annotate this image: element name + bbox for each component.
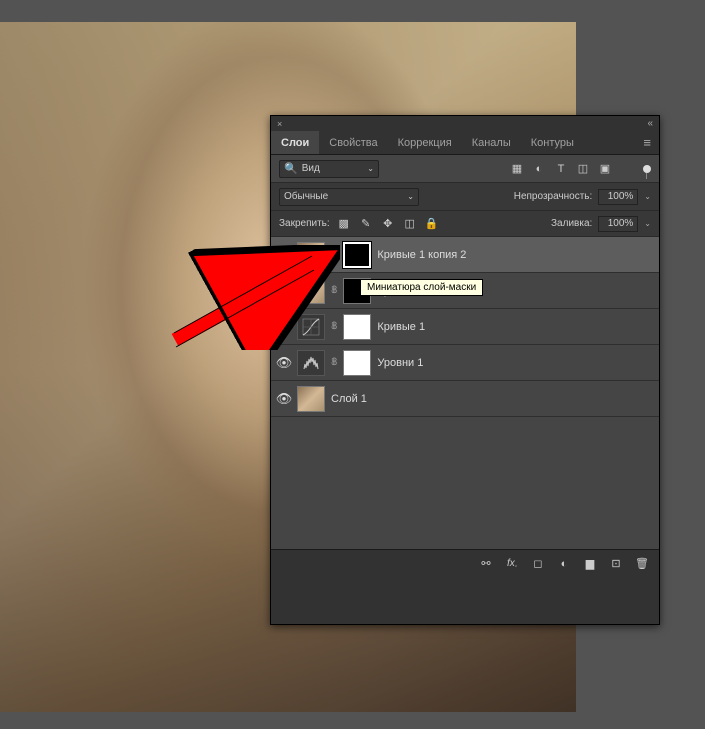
chevron-down-icon: ⌄	[367, 164, 374, 173]
lock-brush-icon[interactable]: ✎	[358, 216, 374, 232]
chevron-down-icon: ⌄	[407, 192, 414, 201]
tab-corrections[interactable]: Коррекция	[388, 131, 462, 154]
delete-icon[interactable]: 🗑	[635, 556, 649, 572]
lock-row: Закрепить: ▩ ✎ ✥ ◫ 🔒 Заливка: 100% ⌄	[271, 211, 659, 237]
layers-panel: × « Слои Свойства Коррекция Каналы Конту…	[270, 115, 660, 625]
chevron-down-icon[interactable]: ⌄	[644, 192, 651, 201]
lock-label: Закрепить:	[279, 218, 330, 229]
layer-row[interactable]: 👁 𝟠 Кривые 1 копия 2	[271, 237, 659, 273]
tooltip: Миниатюра слой-маски	[360, 279, 483, 296]
add-adjustment-icon[interactable]: ◐	[557, 556, 571, 572]
filter-row: 🔍 Вид ⌄ ▦ ◐ T ◫ ▣	[271, 155, 659, 183]
fx-icon[interactable]: fxˬ	[505, 556, 519, 572]
layer-name[interactable]: Кривые 1	[377, 321, 425, 333]
layer-name[interactable]: Кривые 1 копия 2	[377, 249, 466, 261]
fill-label: Заливка:	[551, 218, 592, 229]
filter-shape-icon[interactable]: ◫	[575, 161, 591, 177]
filter-adjust-icon[interactable]: ◐	[531, 161, 547, 177]
visibility-icon[interactable]: 👁	[277, 320, 291, 334]
layer-thumbnail[interactable]	[297, 386, 325, 412]
curves-icon	[302, 318, 320, 336]
blend-row: Обычные ⌄ Непрозрачность: 100% ⌄	[271, 183, 659, 211]
layer-thumbnail[interactable]	[297, 278, 325, 304]
layer-row[interactable]: 👁 Слой 1	[271, 381, 659, 417]
new-layer-icon[interactable]: ⊡	[609, 556, 623, 572]
levels-icon	[302, 354, 320, 372]
new-group-icon[interactable]: ▆	[583, 556, 597, 572]
mask-thumbnail[interactable]	[343, 242, 371, 268]
link-icon: 𝟠	[331, 321, 337, 332]
visibility-icon[interactable]: 👁	[277, 392, 291, 406]
layers-footer: ⚯ fxˬ ◻ ◐ ▆ ⊡ 🗑	[271, 549, 659, 577]
filter-kind-label: Вид	[302, 163, 320, 174]
lock-pixels-icon[interactable]: ▩	[336, 216, 352, 232]
tab-layers[interactable]: Слои	[271, 131, 319, 154]
filter-smart-icon[interactable]: ▣	[597, 161, 613, 177]
layer-row[interactable]: 👁 𝟠 Кривые 1	[271, 309, 659, 345]
layer-thumbnail[interactable]	[297, 242, 325, 268]
lock-position-icon[interactable]: ✥	[380, 216, 396, 232]
visibility-icon[interactable]: 👁	[277, 248, 291, 262]
lock-artboard-icon[interactable]: ◫	[402, 216, 418, 232]
close-icon[interactable]: ×	[277, 119, 282, 129]
lock-all-icon[interactable]: 🔒	[424, 216, 440, 232]
link-layers-icon[interactable]: ⚯	[479, 556, 493, 572]
mask-thumbnail[interactable]	[343, 314, 371, 340]
blend-mode-value: Обычные	[284, 191, 328, 202]
layer-row[interactable]: 👁 𝟠 Уровни 1	[271, 345, 659, 381]
opacity-input[interactable]: 100%	[598, 189, 638, 205]
panel-tabs: Слои Свойства Коррекция Каналы Контуры ≡	[271, 131, 659, 155]
chevron-down-icon[interactable]: ⌄	[644, 219, 651, 228]
opacity-label: Непрозрачность:	[514, 191, 593, 202]
tab-channels[interactable]: Каналы	[462, 131, 521, 154]
add-mask-icon[interactable]: ◻	[531, 556, 545, 572]
adjustment-thumbnail[interactable]	[297, 314, 325, 340]
tab-properties[interactable]: Свойства	[319, 131, 387, 154]
link-icon: 𝟠	[331, 357, 337, 368]
visibility-icon[interactable]: 👁	[277, 284, 291, 298]
layer-name[interactable]: Уровни 1	[377, 357, 423, 369]
collapse-icon[interactable]: «	[647, 118, 653, 129]
link-icon: 𝟠	[331, 249, 337, 260]
mask-thumbnail[interactable]	[343, 350, 371, 376]
link-icon: 𝟠	[331, 285, 337, 296]
layer-name[interactable]: Слой 1	[331, 393, 367, 405]
tab-paths[interactable]: Контуры	[521, 131, 584, 154]
adjustment-thumbnail[interactable]	[297, 350, 325, 376]
fill-input[interactable]: 100%	[598, 216, 638, 232]
visibility-icon[interactable]: 👁	[277, 356, 291, 370]
filter-kind-select[interactable]: 🔍 Вид ⌄	[279, 160, 379, 178]
panel-header: × «	[271, 116, 659, 131]
search-icon: 🔍	[284, 162, 298, 175]
filter-image-icon[interactable]: ▦	[509, 161, 525, 177]
blend-mode-select[interactable]: Обычные ⌄	[279, 188, 419, 206]
filter-toggle[interactable]	[643, 165, 651, 173]
panel-menu-icon[interactable]: ≡	[635, 131, 659, 154]
filter-text-icon[interactable]: T	[553, 161, 569, 177]
